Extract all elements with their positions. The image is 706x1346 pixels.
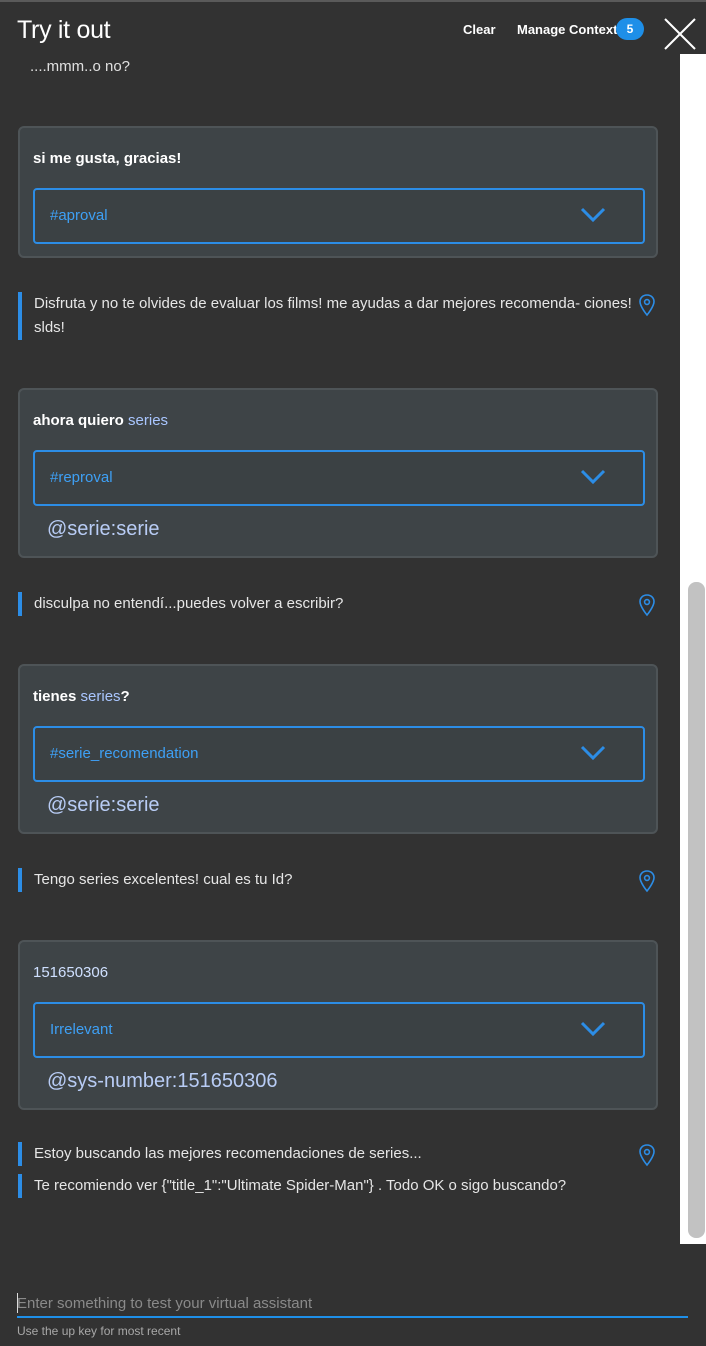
chevron-down-icon [580, 207, 606, 223]
assistant-reply: Disfruta y no te olvides de evaluar los … [18, 292, 638, 340]
assistant-reply: Estoy buscando las mejores recomendacion… [18, 1142, 638, 1166]
assistant-reply: Te recomiendo ver {"title_1":"Ultimate S… [18, 1174, 638, 1198]
intent-select[interactable]: #serie_recomendation [33, 726, 645, 782]
entity-highlight: series [80, 688, 121, 705]
user-message-card: 151650306 Irrelevant @sys-number:1516503… [18, 940, 658, 1110]
panel-title: Try it out [17, 16, 111, 44]
assistant-reply: disculpa no entendí...puedes volver a es… [18, 592, 638, 616]
location-pin-icon[interactable] [638, 869, 656, 893]
close-button[interactable] [662, 16, 698, 52]
previous-reply-text: ....mmm..o no? [30, 58, 131, 75]
user-message-card: ahora quiero series #reproval @serie:ser… [18, 388, 658, 558]
entity-tag[interactable]: @sys-number:151650306 [47, 1070, 277, 1093]
chevron-down-icon [580, 1021, 606, 1037]
message-input[interactable] [17, 1290, 688, 1316]
clear-button[interactable]: Clear [463, 22, 496, 37]
entity-tag[interactable]: @serie:serie [47, 794, 160, 817]
conversation-area[interactable]: ....mmm..o no? si me gusta, gracias! #ap… [0, 54, 680, 1244]
scrollbar-thumb[interactable] [688, 582, 705, 1238]
user-message-card: si me gusta, gracias! #aproval [18, 126, 658, 258]
entity-tag[interactable]: @serie:serie [47, 518, 160, 541]
close-icon [664, 18, 696, 50]
location-pin-icon[interactable] [638, 293, 656, 317]
user-message-text: si me gusta, gracias! [33, 150, 182, 167]
user-text-suffix: ? [120, 688, 130, 705]
manage-context-button[interactable]: Manage Context [517, 22, 617, 37]
user-message-card: tienes series? #serie_recomendation @ser… [18, 664, 658, 834]
user-text-prefix: ahora quiero [33, 412, 129, 429]
location-pin-icon[interactable] [638, 593, 656, 617]
header: Try it out Clear Manage Context 5 [0, 2, 706, 54]
intent-select[interactable]: #aproval [33, 188, 645, 244]
intent-select[interactable]: Irrelevant [33, 1002, 645, 1058]
intent-label: #aproval [50, 207, 108, 224]
text-caret [17, 1293, 18, 1313]
assistant-reply: Tengo series excelentes! cual es tu Id? [18, 868, 638, 892]
input-hint: Use the up key for most recent [17, 1324, 181, 1338]
intent-label: Irrelevant [50, 1021, 113, 1038]
intent-label: #reproval [50, 469, 113, 486]
user-message-text: 151650306 [33, 964, 109, 981]
intent-label: #serie_recomendation [50, 745, 199, 762]
user-message-text: ahora quiero series [33, 412, 168, 429]
user-message-text: tienes series? [33, 688, 130, 705]
context-count-badge[interactable]: 5 [616, 18, 644, 40]
chevron-down-icon [580, 745, 606, 761]
entity-highlight: series [128, 412, 169, 429]
chevron-down-icon [580, 469, 606, 485]
user-text-prefix: tienes [33, 688, 81, 705]
intent-select[interactable]: #reproval [33, 450, 645, 506]
message-input-wrapper [17, 1290, 688, 1318]
location-pin-icon[interactable] [638, 1143, 656, 1167]
